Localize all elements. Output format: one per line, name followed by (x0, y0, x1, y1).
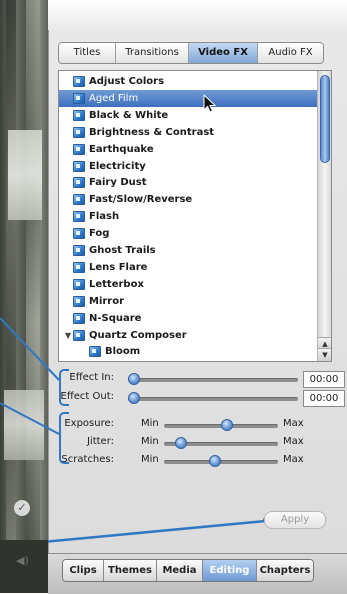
list-item[interactable]: Ghost Trails (59, 242, 317, 259)
param-slider-knob[interactable] (175, 437, 188, 449)
effect-icon (73, 143, 85, 155)
effect-in-slider-knob[interactable] (128, 373, 140, 385)
effect-icon (73, 194, 85, 206)
video-frame-detail (8, 130, 42, 220)
list-item-label: Lens Flare (89, 261, 148, 273)
param-min-label: Min (141, 418, 159, 429)
effect-icon (73, 211, 85, 223)
scroll-down-arrow-icon[interactable]: ▼ (318, 348, 331, 361)
tab-audio-fx[interactable]: Audio FX (258, 43, 323, 63)
effect-icon (73, 245, 85, 256)
list-item-label: Fairy Dust (89, 177, 147, 189)
list-item-label: Adjust Colors (89, 76, 165, 87)
effect-icon (73, 76, 85, 87)
list-item-label: Electricity (89, 160, 146, 172)
list-item-label: Aged Film (89, 92, 139, 104)
list-item[interactable]: Fairy Dust (59, 174, 317, 191)
effect-out-time-field[interactable]: 00:00 (303, 390, 345, 407)
param-max-label: Max (283, 454, 304, 465)
param-min-label: Min (141, 454, 159, 465)
list-item-label: Earthquake (89, 143, 154, 155)
effect-icon (73, 177, 85, 189)
param-min-label: Min (141, 436, 159, 447)
effect-icon (73, 160, 85, 172)
list-item[interactable]: Letterbox (59, 276, 317, 293)
param-max-label: Max (283, 418, 304, 429)
list-item[interactable]: Flash (59, 208, 317, 225)
scrollbar-thumb[interactable] (320, 75, 330, 163)
tab-themes[interactable]: Themes (104, 560, 157, 581)
list-scrollbar[interactable]: ▲ ▼ (317, 71, 331, 361)
effect-in-track[interactable] (128, 378, 298, 382)
param-slider-knob[interactable] (220, 419, 233, 431)
effect-icon (73, 126, 85, 138)
tab-chapters[interactable]: Chapters (257, 560, 313, 581)
apply-button[interactable]: Apply (264, 511, 326, 529)
list-item-label: Fast/Slow/Reverse (89, 194, 193, 206)
list-item[interactable]: Lens Flare (59, 259, 317, 276)
list-item[interactable]: Brightness & Contrast (59, 124, 317, 141)
effect-category-tabs: Titles Transitions Video FX Audio FX (58, 42, 324, 64)
list-item[interactable]: Fog (59, 225, 317, 242)
effect-icon (73, 109, 85, 121)
effect-icon (73, 92, 85, 104)
list-item-label: Fog (89, 228, 110, 240)
list-item[interactable]: Earthquake (59, 141, 317, 158)
tab-video-fx[interactable]: Video FX (189, 43, 258, 63)
effect-out-slider-knob[interactable] (128, 392, 140, 404)
list-item[interactable]: Fast/Slow/Reverse (59, 191, 317, 208)
list-item-label: Ghost Trails (89, 245, 156, 256)
tab-media[interactable]: Media (157, 560, 203, 581)
list-item[interactable]: Aged Film (59, 89, 317, 107)
panel-header (48, 0, 347, 30)
effect-in-time-field[interactable]: 00:00 (303, 371, 345, 388)
list-item-label: Black & White (89, 109, 169, 121)
tab-editing[interactable]: Editing (203, 560, 257, 581)
list-item-label: Brightness & Contrast (89, 126, 215, 138)
playback-controls-area: ◀) (0, 540, 48, 593)
effect-icon (73, 278, 85, 290)
tab-titles[interactable]: Titles (59, 43, 116, 63)
list-item-label: Flash (89, 211, 120, 223)
speaker-icon[interactable]: ◀) (16, 554, 29, 567)
tab-transitions[interactable]: Transitions (116, 43, 189, 63)
mouse-cursor-icon (203, 94, 217, 113)
list-item[interactable]: Adjust Colors (59, 73, 317, 90)
effect-out-track[interactable] (128, 397, 298, 401)
pane-tabs: Clips Themes Media Editing Chapters (62, 559, 314, 582)
effect-icon (73, 261, 85, 273)
param-max-label: Max (283, 436, 304, 447)
list-item[interactable]: Black & White (59, 107, 317, 124)
effect-icon (73, 228, 85, 240)
list-item-label: Letterbox (89, 278, 144, 290)
tab-clips[interactable]: Clips (63, 560, 104, 581)
list-item[interactable]: Electricity (59, 158, 317, 175)
